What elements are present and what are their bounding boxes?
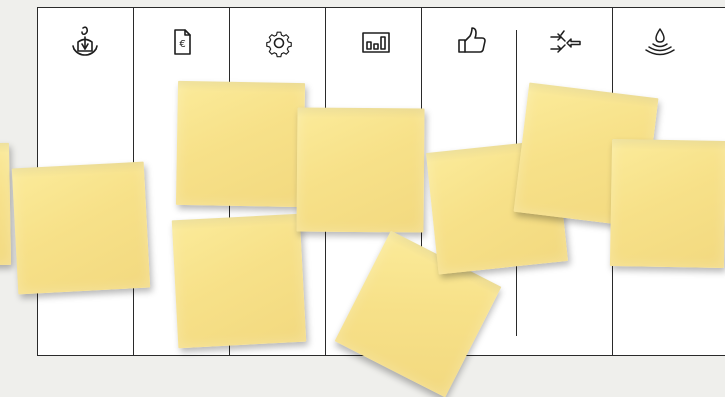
- sticky-note[interactable]: [171, 213, 307, 349]
- water-drop-icon[interactable]: [640, 22, 680, 62]
- sticky-note[interactable]: [609, 139, 725, 268]
- sticky-note[interactable]: [175, 80, 306, 208]
- sticky-note[interactable]: [296, 107, 425, 233]
- svg-text:€: €: [179, 39, 185, 50]
- gear-icon[interactable]: [259, 22, 299, 62]
- sticky-note[interactable]: [11, 161, 151, 295]
- thumbs-up-icon[interactable]: [452, 22, 492, 62]
- sticky-note[interactable]: [0, 142, 12, 266]
- canvas-board: €: [0, 0, 725, 397]
- bar-chart-icon[interactable]: [356, 22, 396, 62]
- euro-document-icon[interactable]: €: [162, 22, 202, 62]
- exchange-arrows-icon[interactable]: [547, 22, 587, 62]
- person-hands-icon[interactable]: [65, 22, 105, 62]
